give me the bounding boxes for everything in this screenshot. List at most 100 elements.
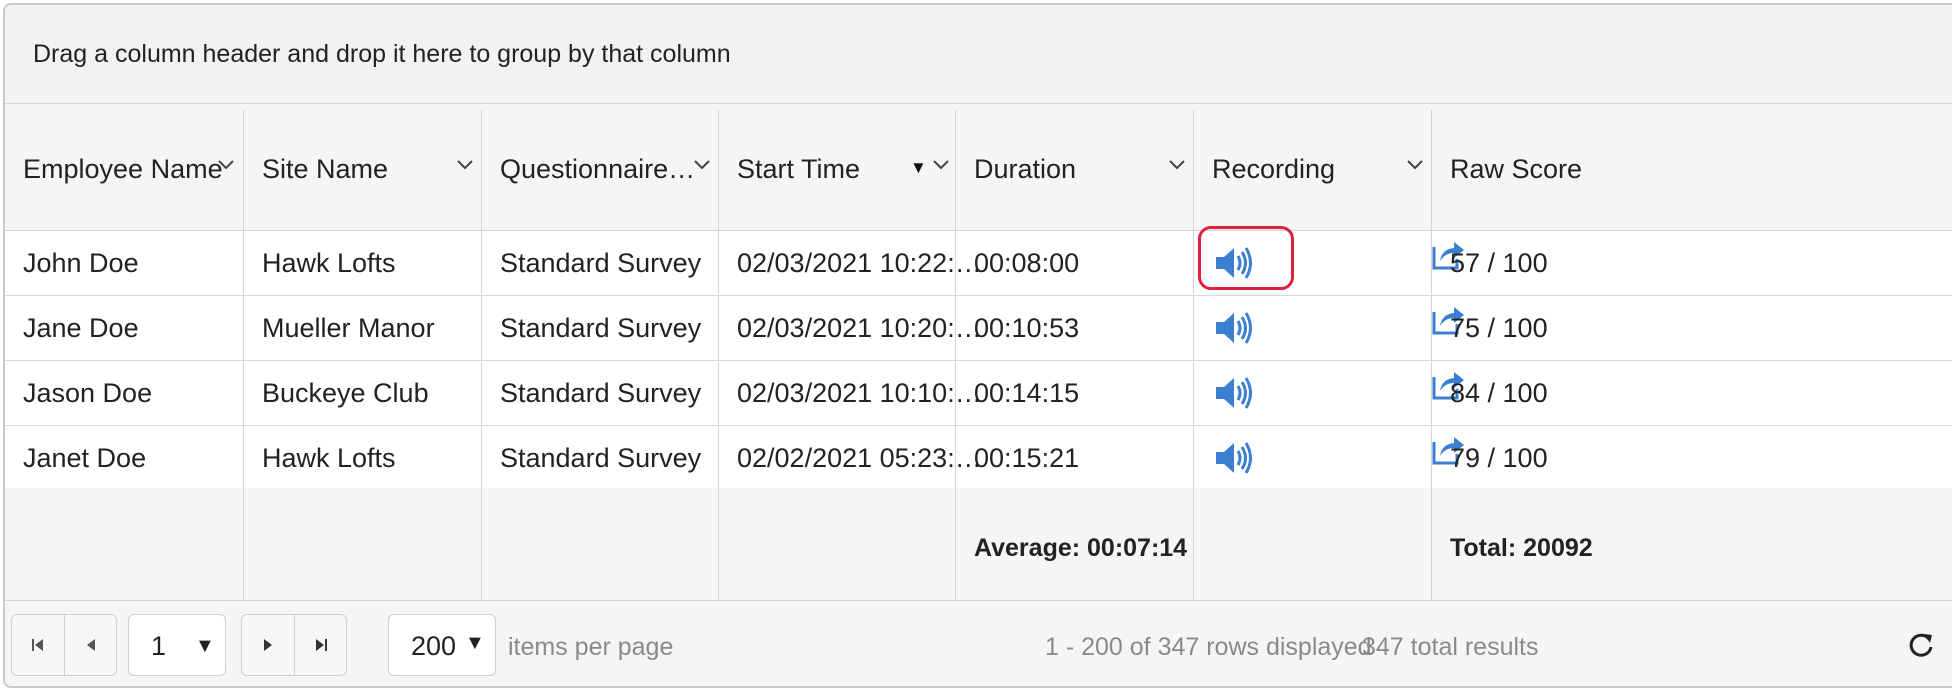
speaker-icon[interactable] [1214,309,1254,347]
footer-cell [718,488,955,600]
table-row[interactable]: Jane Doe Mueller Manor Standard Survey 0… [5,296,1952,361]
header-duration[interactable]: Duration [955,110,1193,230]
cell-site-name: Mueller Manor [243,296,481,360]
aggregate-row: Average: 00:07:14 Total: 20092 [5,488,1952,601]
prev-page-button[interactable] [64,615,116,675]
sort-descending-icon: ▼ [910,158,927,177]
header-site-name[interactable]: Site Name [243,110,481,230]
duration-average: Average: 00:07:14 [974,534,1188,562]
header-recording[interactable]: Recording [1193,110,1431,230]
current-page: 1 [151,631,167,661]
cell-questionnaire: Standard Survey [481,426,718,490]
chevron-down-icon[interactable] [1407,160,1423,170]
chevron-down-icon[interactable] [933,160,949,170]
footer-cell-raw-score: Total: 20092 [1431,488,1731,600]
cell-recording [1193,226,1464,295]
cell-questionnaire: Standard Survey [481,296,718,360]
last-page-button[interactable] [294,615,346,675]
data-grid: Drag a column header and drop it here to… [3,3,1952,688]
pager: 1 ▼ 200 ▼ items per page 1 - 200 of 347 … [5,601,1952,686]
header-label: Questionnaire… [500,154,696,184]
footer-cell [243,488,481,600]
employee-name: Jason Doe [23,378,153,408]
footer-cell [5,488,243,600]
cell-site-name: Hawk Lofts [243,231,481,295]
questionnaire-name: Standard Survey [500,443,702,473]
cell-raw-score: 84 / 100 [1431,361,1731,425]
next-page-icon [264,639,272,651]
first-page-button[interactable] [12,615,64,675]
speaker-icon[interactable] [1214,244,1254,282]
header-row: Employee Name Site Name Questionnaire… S… [5,104,1952,231]
group-by-drop-zone[interactable]: Drag a column header and drop it here to… [5,5,1952,104]
speaker-icon[interactable] [1214,374,1254,412]
chevron-down-icon[interactable] [218,160,234,170]
cell-site-name: Hawk Lofts [243,426,481,490]
header-label: Start Time [737,154,861,184]
raw-score: 79 / 100 [1450,443,1548,473]
site-name: Hawk Lofts [262,443,396,473]
cell-employee-name: John Doe [5,231,243,295]
employee-name: Jane Doe [23,313,139,343]
questionnaire-name: Standard Survey [500,313,702,343]
chevron-down-icon[interactable] [457,160,473,170]
items-per-page-label: items per page [508,633,674,661]
prev-page-icon [87,639,95,651]
cell-recording [1193,361,1464,425]
start-time: 02/02/2021 05:23:… [737,443,982,473]
cell-duration: 00:14:15 [955,361,1193,425]
header-raw-score[interactable]: Raw Score [1431,110,1731,230]
cell-start-time: 02/02/2021 05:23:… [718,426,982,490]
raw-score: 57 / 100 [1450,248,1548,278]
questionnaire-name: Standard Survey [500,378,702,408]
next-page-button[interactable] [242,615,294,675]
cell-employee-name: Janet Doe [5,426,243,490]
speaker-icon[interactable] [1214,439,1254,477]
raw-score-total: Total: 20092 [1450,534,1593,562]
page-select[interactable]: 1 ▼ [128,614,226,676]
cell-start-time: 02/03/2021 10:22:… [718,231,982,295]
page-size-select[interactable]: 200 ▼ [388,614,496,676]
last-page-icon [316,639,327,651]
total-results-info: 347 total results [1362,633,1539,661]
employee-name: Janet Doe [23,443,147,473]
employee-name: John Doe [23,248,139,278]
header-label: Raw Score [1450,154,1583,184]
start-time: 02/03/2021 10:10:… [737,378,982,408]
header-start-time[interactable]: Start Time ▼ [718,110,955,230]
cell-questionnaire: Standard Survey [481,361,718,425]
start-time: 02/03/2021 10:22:… [737,248,982,278]
header-questionnaire[interactable]: Questionnaire… [481,110,718,230]
header-employee-name[interactable]: Employee Name [5,110,243,230]
cell-start-time: 02/03/2021 10:20:… [718,296,982,360]
table-row[interactable]: Janet Doe Hawk Lofts Standard Survey 02/… [5,426,1952,491]
start-time: 02/03/2021 10:20:… [737,313,982,343]
duration: 00:14:15 [974,378,1080,408]
cell-questionnaire: Standard Survey [481,231,718,295]
first-page-icon [32,639,43,651]
group-by-hint: Drag a column header and drop it here to… [33,40,731,68]
cell-raw-score: 75 / 100 [1431,296,1731,360]
header-label: Employee Name [23,154,223,184]
header-label: Site Name [262,154,389,184]
dropdown-arrow-icon: ▼ [195,635,215,657]
pager-next-group [241,614,347,676]
site-name: Hawk Lofts [262,248,396,278]
cell-recording [1193,426,1464,490]
refresh-icon[interactable] [1907,631,1935,659]
cell-raw-score: 57 / 100 [1431,231,1731,295]
footer-cell [1193,488,1431,600]
header-label: Duration [974,154,1077,184]
chevron-down-icon[interactable] [1169,160,1185,170]
questionnaire-name: Standard Survey [500,248,702,278]
cell-site-name: Buckeye Club [243,361,481,425]
header-label: Recording [1212,154,1336,184]
duration: 00:15:21 [974,443,1080,473]
table-row[interactable]: Jason Doe Buckeye Club Standard Survey 0… [5,361,1952,426]
table-row[interactable]: John Doe Hawk Lofts Standard Survey 02/0… [5,226,1952,296]
cell-raw-score: 79 / 100 [1431,426,1731,490]
cell-duration: 00:10:53 [955,296,1193,360]
chevron-down-icon[interactable] [694,160,710,170]
cell-start-time: 02/03/2021 10:10:… [718,361,982,425]
rows-displayed-info: 1 - 200 of 347 rows displayed [1045,633,1372,661]
